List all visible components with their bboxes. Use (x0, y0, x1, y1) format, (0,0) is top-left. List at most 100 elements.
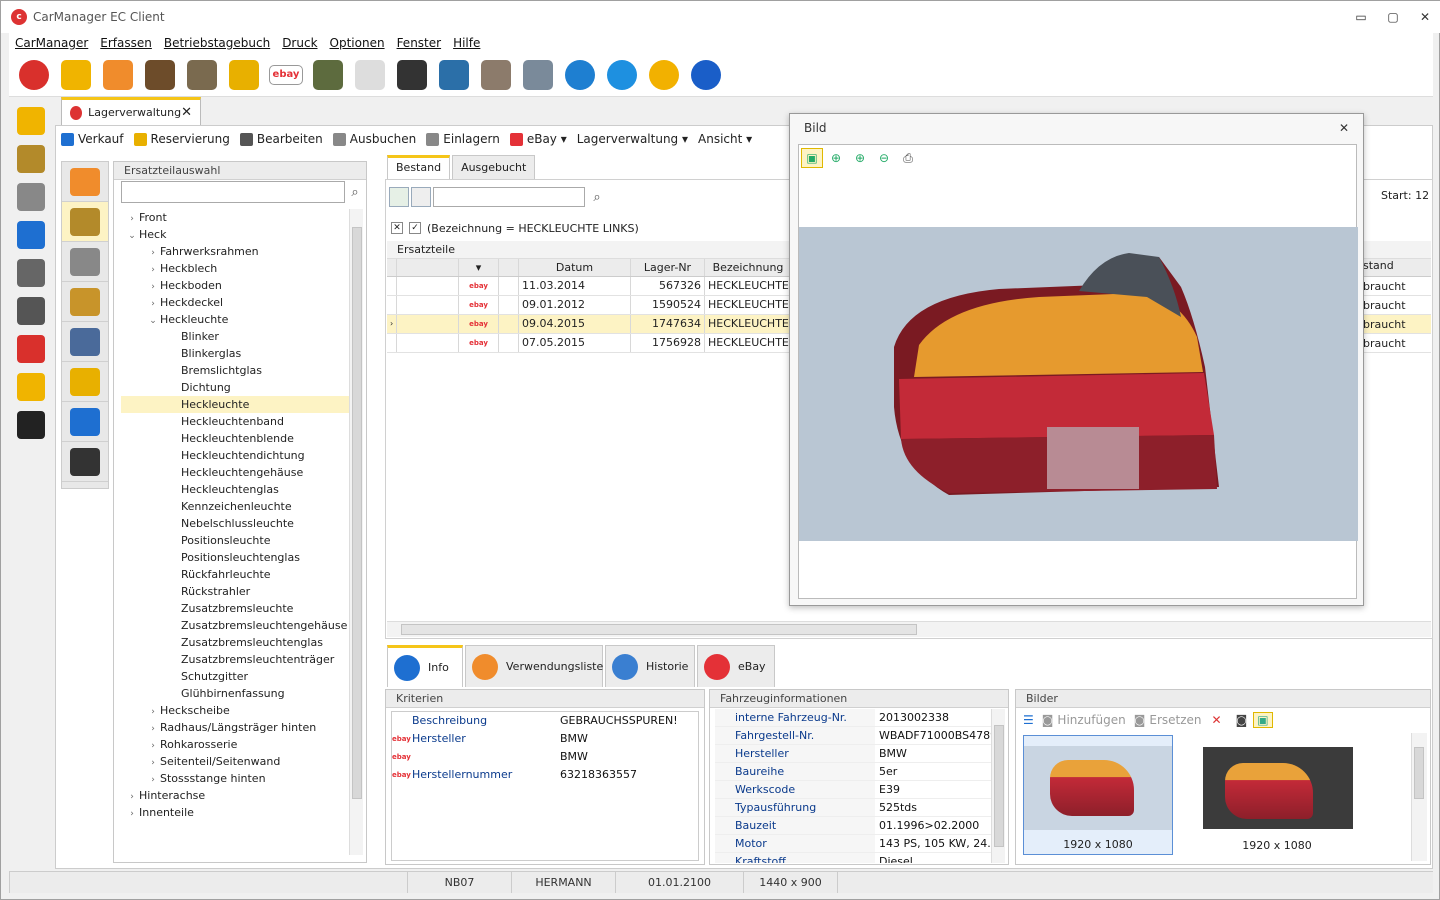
category-button-6[interactable] (62, 402, 108, 442)
tree-node[interactable]: ⌄ Heck (121, 226, 349, 243)
tree-node[interactable]: › Hinterachse (121, 787, 349, 804)
toolbar-button-0[interactable] (15, 57, 53, 93)
menu-hilfe[interactable]: Hilfe (453, 36, 480, 50)
category-button-2[interactable] (62, 242, 108, 282)
tree-node[interactable]: › Heckboden (121, 277, 349, 294)
tree-node[interactable]: Glühbirnenfassung (121, 685, 349, 702)
subtool-button-4[interactable]: Einlagern (426, 132, 500, 146)
expand-arrow-icon[interactable]: ⌄ (125, 228, 139, 245)
search-icon[interactable]: ⌕ (345, 182, 365, 202)
image-thumbnail[interactable]: 1920 x 1080 (1203, 735, 1353, 855)
tree-node[interactable]: Positionsleuchtenglas (121, 549, 349, 566)
tree-node[interactable]: Heckleuchtengehäuse (121, 464, 349, 481)
subtool-button-0[interactable]: Verkauf (61, 132, 124, 146)
filter-enabled-checkbox[interactable]: ✓ (409, 222, 421, 234)
bilder-scroll-thumb[interactable] (1414, 747, 1424, 799)
toolbar-button-8[interactable] (351, 57, 389, 93)
tree-node[interactable]: Zusatzbremsleuchtenträger (121, 651, 349, 668)
tree-node[interactable]: Zusatzbremsleuchtengehäuse (121, 617, 349, 634)
minimize-button[interactable]: ▭ (1345, 10, 1377, 24)
menu-fenster[interactable]: Fenster (397, 36, 442, 50)
print-icon[interactable]: ⎙ (897, 148, 919, 168)
tree-node[interactable]: ⌄ Heckleuchte (121, 311, 349, 328)
tree-node[interactable]: Schutzgitter (121, 668, 349, 685)
filter-dropdown-icon[interactable]: ▾ (459, 259, 499, 276)
tree-scroll-thumb[interactable] (352, 227, 362, 799)
toolbar-button-14[interactable] (603, 57, 641, 93)
tree-node[interactable]: Rückstrahler (121, 583, 349, 600)
toolbar-button-4[interactable] (183, 57, 221, 93)
quickbar-button-6[interactable] (14, 333, 48, 365)
camera-icon[interactable]: ◙ (1236, 713, 1248, 727)
search-icon[interactable]: ⌕ (587, 187, 607, 207)
tree-scrollbar[interactable] (349, 209, 363, 855)
fahrzeug-scrollbar[interactable] (991, 709, 1005, 863)
tree-node[interactable]: Zusatzbremsleuchtenglas (121, 634, 349, 651)
quickbar-button-7[interactable] (14, 371, 48, 403)
menu-betriebstagebuch[interactable]: Betriebstagebuch (164, 36, 270, 50)
menu-optionen[interactable]: Optionen (330, 36, 385, 50)
quickbar-button-0[interactable] (14, 105, 48, 137)
clear-filter-button[interactable]: ✕ (391, 222, 403, 234)
tree-node[interactable]: › Heckdeckel (121, 294, 349, 311)
tree-node[interactable]: Blinkerglas (121, 345, 349, 362)
grid-hscrollbar[interactable] (387, 621, 1431, 637)
list-view-icon[interactable] (411, 187, 431, 207)
quickbar-button-4[interactable] (14, 257, 48, 289)
tree-node[interactable]: Bremslichtglas (121, 362, 349, 379)
bilder-scrollbar[interactable] (1411, 733, 1427, 861)
toolbar-button-9[interactable] (393, 57, 431, 93)
close-window-button[interactable]: ✕ (1409, 10, 1440, 24)
expand-arrow-icon[interactable]: › (125, 806, 139, 823)
tree-node[interactable]: Heckleuchtendichtung (121, 447, 349, 464)
ersatzteil-search-input[interactable] (121, 181, 345, 203)
tree-node[interactable]: Heckleuchtenband (121, 413, 349, 430)
toolbar-button-7[interactable] (309, 57, 347, 93)
col-lager-nr[interactable]: Lager-Nr (631, 259, 705, 276)
tree-node[interactable]: › Heckblech (121, 260, 349, 277)
tree-node[interactable]: › Seitenteil/Seitenwand (121, 753, 349, 770)
quickbar-button-2[interactable] (14, 181, 48, 213)
tree-node[interactable]: Blinker (121, 328, 349, 345)
tree-node[interactable]: Positionsleuchte (121, 532, 349, 549)
toolbar-button-12[interactable] (519, 57, 557, 93)
tree-node[interactable]: › Radhaus/Längsträger hinten (121, 719, 349, 736)
quickbar-button-3[interactable] (14, 219, 48, 251)
zoom-in-icon[interactable]: ⊕ (849, 148, 871, 168)
tree-node[interactable]: Rückfahrleuchte (121, 566, 349, 583)
toolbar-button-10[interactable] (435, 57, 473, 93)
toolbar-button-1[interactable] (57, 57, 95, 93)
col-bezeichnung[interactable]: Bezeichnung (705, 259, 791, 276)
toolbar-button-13[interactable] (561, 57, 599, 93)
subtool-button-6[interactable]: Lagerverwaltung ▾ (577, 132, 688, 146)
image-view-icon[interactable]: ▣ (1253, 712, 1273, 728)
tree-node[interactable]: Kennzeichenleuchte (121, 498, 349, 515)
tree-node[interactable]: Dichtung (121, 379, 349, 396)
subtool-button-3[interactable]: Ausbuchen (332, 132, 416, 146)
tab-ebay[interactable]: eBay (697, 645, 775, 687)
tab-info[interactable]: Info (387, 645, 463, 687)
tree-node[interactable]: Heckleuchtenglas (121, 481, 349, 498)
menu-carmanager[interactable]: CarManager (15, 36, 88, 50)
zoom-out-icon[interactable]: ⊖ (873, 148, 895, 168)
tree-node[interactable]: Nebelschlussleuchte (121, 515, 349, 532)
menu-druck[interactable]: Druck (282, 36, 317, 50)
toolbar-button-2[interactable] (99, 57, 137, 93)
delete-image-icon[interactable]: ✕ (1212, 713, 1222, 727)
category-button-4[interactable] (62, 322, 108, 362)
toolbar-button-15[interactable] (645, 57, 683, 93)
stock-search-input[interactable] (433, 187, 585, 207)
tab-verwendungsliste[interactable]: Verwendungsliste (465, 645, 603, 687)
col-zustand[interactable]: stand (1363, 259, 1431, 277)
subtool-button-1[interactable]: Reservierung (133, 132, 230, 146)
fahrzeug-scroll-thumb[interactable] (994, 725, 1004, 847)
tree-node[interactable]: Heckleuchte (121, 396, 349, 413)
tree-node[interactable]: Heckleuchtenblende (121, 430, 349, 447)
menu-erfassen[interactable]: Erfassen (100, 36, 152, 50)
tree-node[interactable]: › Front (121, 209, 349, 226)
tree-node[interactable]: › Stossstange hinten (121, 770, 349, 787)
toolbar-button-3[interactable] (141, 57, 179, 93)
subtool-button-5[interactable]: eBay ▾ (509, 132, 567, 146)
subtool-button-2[interactable]: Bearbeiten (239, 132, 323, 146)
tree-node[interactable]: › Fahrwerksrahmen (121, 243, 349, 260)
